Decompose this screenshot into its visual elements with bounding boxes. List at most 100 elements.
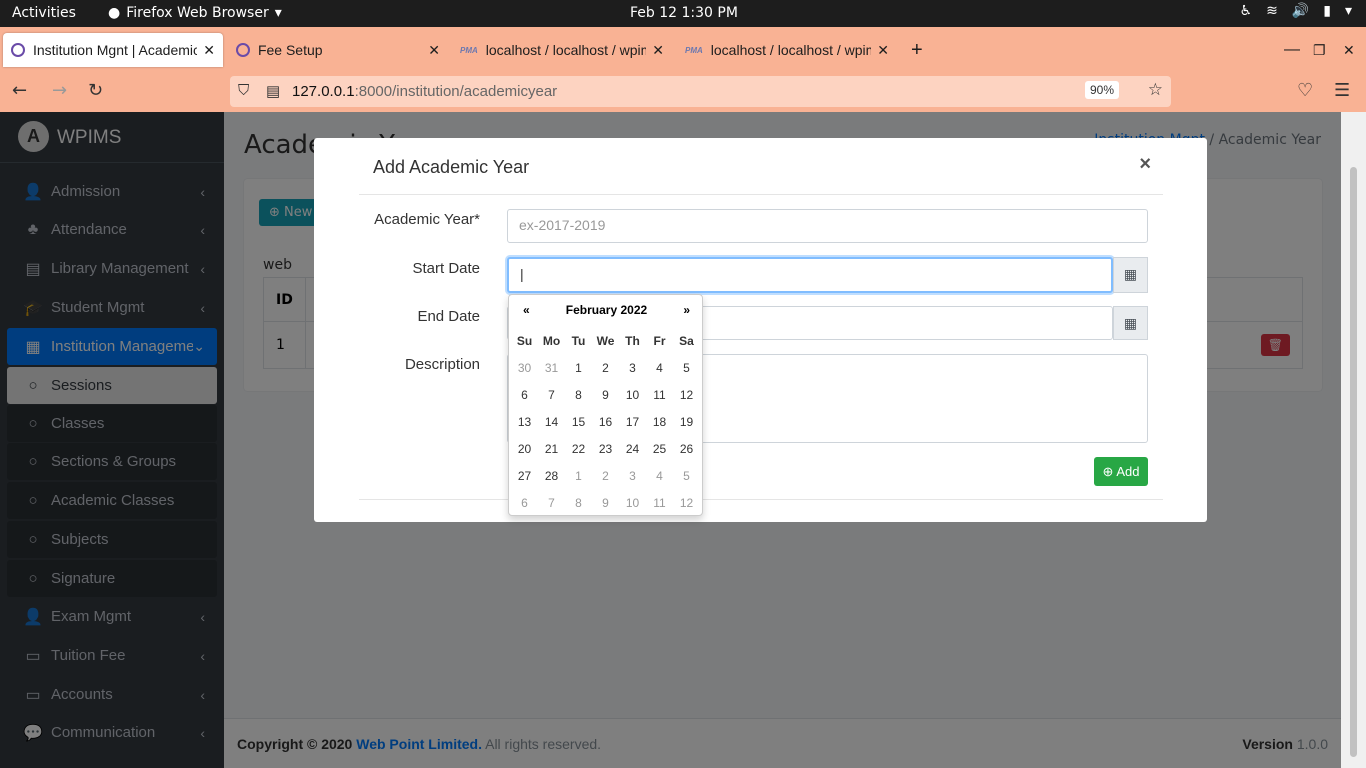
shield-icon[interactable]: ⛉ — [238, 82, 249, 99]
clock[interactable]: Feb 12 1:30 PM — [630, 5, 738, 21]
day-cell[interactable]: 6 — [511, 388, 538, 402]
tab-phpmyadmin-2[interactable]: PMA localhost / localhost / wpims ✕ — [677, 33, 897, 67]
back-arrow-icon[interactable]: ← — [12, 80, 27, 101]
day-cell[interactable]: 1 — [565, 469, 592, 483]
wifi-icon[interactable]: ≋ — [1266, 3, 1278, 19]
day-cell[interactable]: 5 — [673, 469, 700, 483]
day-cell[interactable]: 11 — [646, 388, 673, 402]
chevron-down-icon[interactable]: ▾ — [1345, 3, 1352, 19]
day-cell[interactable]: 17 — [619, 415, 646, 429]
bookmark-star-icon[interactable]: ☆ — [1148, 80, 1163, 100]
day-cell[interactable]: 15 — [565, 415, 592, 429]
close-icon[interactable]: × — [1139, 153, 1151, 176]
day-cell[interactable]: 18 — [646, 415, 673, 429]
day-cell[interactable]: 3 — [619, 469, 646, 483]
close-icon[interactable]: ✕ — [428, 42, 440, 59]
day-cell[interactable]: 10 — [619, 388, 646, 402]
weekday: Sa — [679, 333, 694, 348]
day-cell[interactable]: 31 — [538, 361, 565, 375]
day-cell[interactable]: 7 — [538, 388, 565, 402]
day-cell[interactable]: 26 — [673, 442, 700, 456]
tab-phpmyadmin-1[interactable]: PMA localhost / localhost / wpims ✕ — [452, 33, 672, 67]
day-cell[interactable]: 7 — [538, 496, 565, 510]
day-cell[interactable]: 3 — [619, 361, 646, 375]
day-cell[interactable]: 21 — [538, 442, 565, 456]
day-cell[interactable]: 8 — [565, 496, 592, 510]
day-cell[interactable]: 9 — [592, 388, 619, 402]
day-cell[interactable]: 30 — [511, 361, 538, 375]
datepicker: February 2022 « » Su Mo Tu We Th Fr Sa 3… — [508, 294, 703, 516]
datepicker-grid: Su Mo Tu We Th Fr Sa 30 31 1 2 3 4 5 6 7… — [511, 327, 701, 516]
day-cell[interactable]: 20 — [511, 442, 538, 456]
day-cell[interactable]: 16 — [592, 415, 619, 429]
zoom-level[interactable]: 90% — [1084, 81, 1119, 99]
day-cell[interactable]: 12 — [673, 496, 700, 510]
tab-title: localhost / localhost / wpims — [485, 42, 647, 58]
app-menu[interactable]: ● Firefox Web Browser ▾ — [108, 5, 282, 21]
day-cell[interactable]: 23 — [592, 442, 619, 456]
hamburger-menu-icon[interactable]: ☰ — [1334, 80, 1350, 101]
day-cell[interactable]: 11 — [646, 496, 673, 510]
battery-icon[interactable]: ▮ — [1323, 3, 1331, 19]
maximize-icon[interactable]: ❐ — [1305, 33, 1334, 67]
datepicker-header: February 2022 « » — [509, 303, 704, 319]
close-icon[interactable]: ✕ — [877, 42, 889, 59]
volume-icon[interactable]: 🔊 — [1292, 3, 1309, 19]
page-icon[interactable]: ▤ — [266, 82, 280, 100]
scrollbar-thumb[interactable] — [1350, 167, 1357, 757]
day-cell[interactable]: 9 — [592, 496, 619, 510]
description-label: Description — [404, 356, 480, 373]
close-icon[interactable]: ✕ — [652, 42, 664, 59]
url-bar[interactable]: ⛉ ▤ 127.0.0.1:8000/institution/academicy… — [230, 76, 1171, 107]
phpmyadmin-icon: PMA — [685, 45, 703, 55]
datepicker-month[interactable]: February 2022 — [509, 303, 704, 317]
datepicker-week: 27 28 1 2 3 4 5 — [511, 462, 701, 489]
pocket-icon[interactable]: ♡ — [1297, 80, 1313, 101]
day-cell[interactable]: 6 — [511, 496, 538, 510]
day-cell[interactable]: 25 — [646, 442, 673, 456]
datepicker-week: 6 7 8 9 10 11 12 — [511, 381, 701, 408]
day-cell[interactable]: 8 — [565, 388, 592, 402]
system-tray[interactable]: ♿ ≋ 🔊 ▮ ▾ — [1240, 3, 1352, 19]
datepicker-next[interactable]: » — [683, 303, 690, 317]
day-cell[interactable]: 19 — [673, 415, 700, 429]
url-text[interactable]: 127.0.0.1:8000/institution/academicyear — [292, 83, 557, 100]
day-cell[interactable]: 1 — [565, 361, 592, 375]
system-top-bar: Activities ● Firefox Web Browser ▾ Feb 12 … — [0, 0, 1366, 27]
datepicker-prev[interactable]: « — [523, 303, 530, 317]
day-cell[interactable]: 27 — [511, 469, 538, 483]
activities-button[interactable]: Activities — [12, 5, 76, 21]
day-cell[interactable]: 13 — [511, 415, 538, 429]
add-academic-year-modal: Add Academic Year × Academic Year* ex-20… — [314, 138, 1207, 522]
close-icon[interactable]: ✕ — [203, 42, 215, 59]
day-cell[interactable]: 12 — [673, 388, 700, 402]
tab-fee-setup[interactable]: Fee Setup ✕ — [228, 33, 448, 67]
minimize-icon[interactable]: — — [1276, 33, 1308, 67]
day-cell[interactable]: 24 — [619, 442, 646, 456]
calendar-icon[interactable]: ▦ — [1113, 257, 1148, 293]
day-cell[interactable]: 4 — [646, 469, 673, 483]
forward-arrow-icon[interactable]: → — [52, 80, 67, 101]
academic-year-input[interactable]: ex-2017-2019 — [507, 209, 1148, 243]
tab-institution-mgnt[interactable]: Institution Mgnt | Academic Year ✕ — [3, 33, 223, 67]
day-cell[interactable]: 28 — [538, 469, 565, 483]
day-cell[interactable]: 4 — [646, 361, 673, 375]
day-cell[interactable]: 2 — [592, 469, 619, 483]
accessibility-icon[interactable]: ♿ — [1240, 3, 1253, 19]
day-cell[interactable]: 22 — [565, 442, 592, 456]
add-button[interactable]: ⊕ Add — [1094, 457, 1148, 486]
day-cell[interactable]: 10 — [619, 496, 646, 510]
page-scrollbar[interactable] — [1341, 112, 1366, 768]
reload-icon[interactable]: ↻ — [88, 80, 103, 101]
day-cell[interactable]: 14 — [538, 415, 565, 429]
day-cell[interactable]: 2 — [592, 361, 619, 375]
window-close-icon[interactable]: ✕ — [1335, 33, 1363, 67]
start-date-input[interactable]: | — [507, 257, 1113, 293]
datepicker-week: 13 14 15 16 17 18 19 — [511, 408, 701, 435]
weekday: Su — [516, 333, 533, 348]
new-tab-plus-icon[interactable]: + — [903, 33, 931, 67]
calendar-icon[interactable]: ▦ — [1113, 306, 1148, 340]
tab-title: localhost / localhost / wpims — [710, 42, 872, 58]
day-cell[interactable]: 5 — [673, 361, 700, 375]
modal-footer-divider — [359, 499, 1163, 500]
